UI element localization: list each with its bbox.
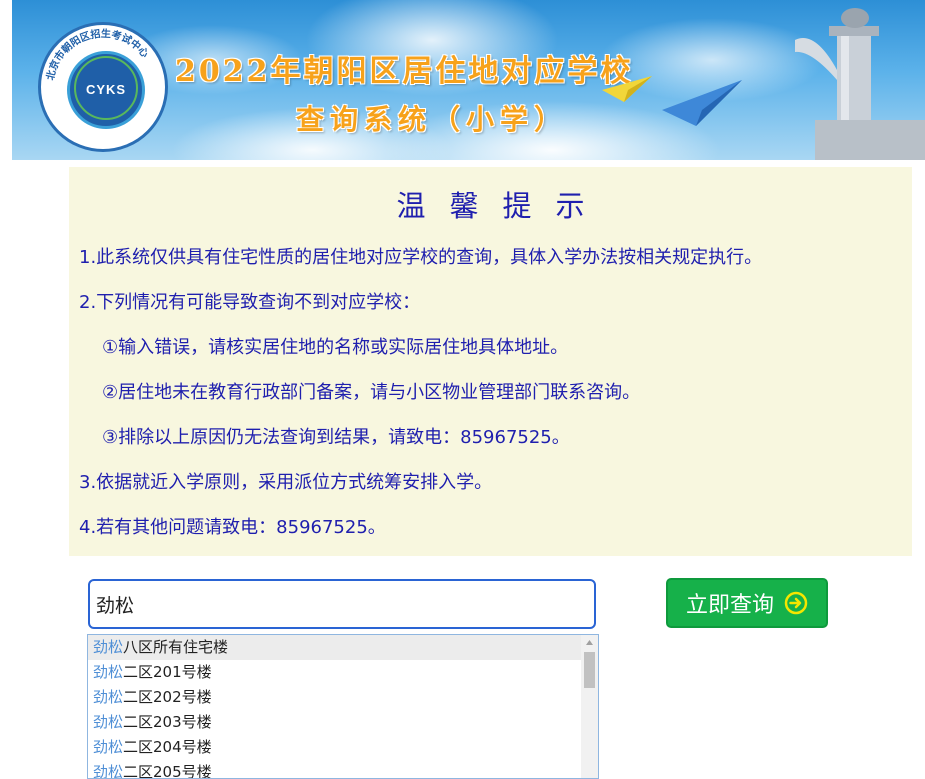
notice-subitem-3: ③排除以上原因仍无法查询到结果，请致电：85967525。 [102, 427, 570, 448]
notice-item-1: 1.此系统仅供具有住宅性质的居住地对应学校的查询，具体入学办法按相关规定执行。 [79, 247, 763, 268]
cyks-logo: 北京市朝阳区招生考试中心 CYKS [38, 22, 168, 152]
notice-item-4: 4.若有其他问题请致电：85967525。 [79, 517, 386, 538]
suggestion-item[interactable]: 劲松二区201号楼 [88, 660, 598, 685]
logo-emblem: CYKS [67, 51, 145, 129]
residence-search-input[interactable] [88, 579, 596, 629]
system-title-line2: 查询系统（小学） [296, 103, 569, 136]
notice-item-3: 3.依据就近入学原则，采用派位方式统筹安排入学。 [79, 472, 493, 493]
notice-subitem-1: ①输入错误，请核实居住地的名称或实际居住地具体地址。 [102, 337, 569, 358]
query-button-label: 立即查询 [685, 593, 774, 618]
huabiao-pillar-icon [795, 8, 925, 160]
paper-plane-icon [602, 76, 652, 102]
suggestion-item[interactable]: 劲松二区203号楼 [88, 710, 598, 735]
dropdown-scrollbar[interactable] [581, 635, 598, 778]
scroll-up-arrow-icon[interactable] [581, 635, 598, 650]
system-title-line1: 2022年朝阳区居住地对应学校 [175, 54, 634, 89]
suggestion-item[interactable]: 劲松二区202号楼 [88, 685, 598, 710]
logo-letters: CYKS [85, 82, 127, 97]
suggestion-item[interactable]: 劲松二区205号楼 [88, 760, 598, 778]
suggestion-item[interactable]: 劲松八区所有住宅楼 [88, 635, 598, 660]
notice-item-2: 2.下列情况有可能导致查询不到对应学校： [79, 292, 421, 313]
header-banner: 北京市朝阳区招生考试中心 CYKS 2022年朝阳区居住地对应学校 查询系统（小… [12, 0, 925, 160]
arrow-right-circle-icon [784, 591, 808, 615]
notice-title: 温馨提示 [396, 189, 609, 223]
scrollbar-thumb[interactable] [584, 652, 595, 688]
notice-panel: 温馨提示 1.此系统仅供具有住宅性质的居住地对应学校的查询，具体入学办法按相关规… [69, 167, 912, 556]
notice-subitem-2: ②居住地未在教育行政部门备案，请与小区物业管理部门联系咨询。 [102, 382, 641, 403]
suggestion-dropdown: 劲松八区所有住宅楼 劲松二区201号楼 劲松二区202号楼 劲松二区203号楼 … [87, 634, 599, 779]
query-button[interactable]: 立即查询 [666, 578, 828, 628]
suggestion-item[interactable]: 劲松二区204号楼 [88, 735, 598, 760]
paper-plane-icon [662, 80, 742, 126]
